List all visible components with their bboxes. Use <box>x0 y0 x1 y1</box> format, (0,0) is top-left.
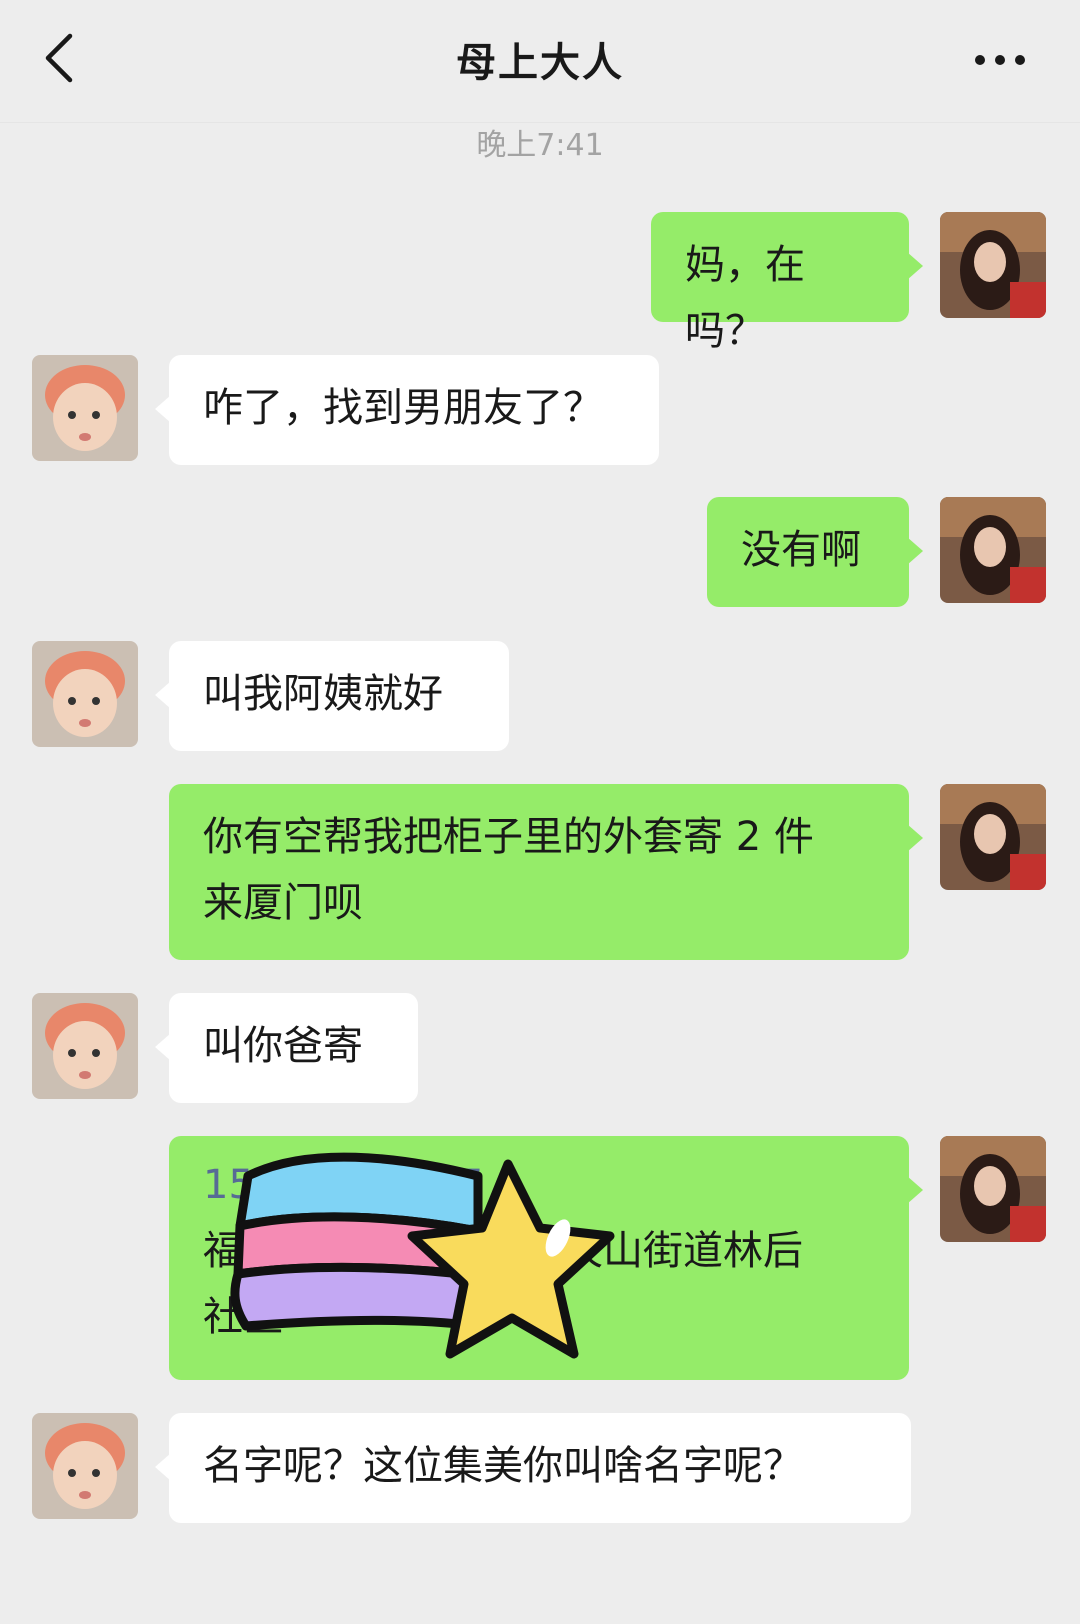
message-bubble-received[interactable]: 咋了，找到男朋友了？ <box>155 355 659 465</box>
contact-avatar[interactable] <box>32 993 138 1099</box>
user-photo <box>940 212 1046 318</box>
message-timestamp: 晚上7:41 <box>476 128 604 163</box>
message-bubble-received[interactable]: 叫我阿姨就好 <box>155 641 509 751</box>
message-text-line: 你有空帮我把柜子里的外套寄 2 件 <box>203 814 814 860</box>
message-bubble-sent[interactable]: 没有啊 <box>707 497 923 607</box>
user-photo <box>940 1136 1046 1242</box>
message-bubble-sent[interactable]: 你有空帮我把柜子里的外套寄 2 件 来厦门呗 <box>169 784 923 960</box>
message-text: 咋了，找到男朋友了？ <box>203 385 603 431</box>
my-avatar[interactable] <box>940 784 1046 890</box>
my-avatar[interactable] <box>940 497 1046 603</box>
contact-avatar[interactable] <box>32 1413 138 1519</box>
message-text: 叫你爸寄 <box>203 1023 363 1069</box>
user-photo <box>940 784 1046 890</box>
contact-avatar[interactable] <box>32 641 138 747</box>
message-bubble-sent[interactable]: 妈，在吗？ <box>651 212 923 354</box>
contact-photo <box>32 355 138 461</box>
ellipsis-icon <box>975 55 1025 65</box>
my-avatar[interactable] <box>940 1136 1046 1242</box>
user-photo <box>940 497 1046 603</box>
shooting-star-sticker <box>230 1152 615 1359</box>
message-bubble-received[interactable]: 叫你爸寄 <box>155 993 418 1103</box>
contact-avatar[interactable] <box>32 355 138 461</box>
message-text-line: 来厦门呗 <box>203 880 363 926</box>
chat-title: 母上大人 <box>456 40 624 86</box>
more-options-button[interactable] <box>960 32 1040 88</box>
contact-photo <box>32 1413 138 1519</box>
my-avatar[interactable] <box>940 212 1046 318</box>
message-text: 没有啊 <box>741 527 861 573</box>
message-text: 名字呢？这位集美你叫啥名字呢？ <box>203 1443 803 1489</box>
contact-photo <box>32 993 138 1099</box>
contact-photo <box>32 641 138 747</box>
message-bubble-received[interactable]: 名字呢？这位集美你叫啥名字呢？ <box>155 1413 911 1523</box>
message-text: 妈，在吗？ <box>685 242 805 354</box>
message-text: 叫我阿姨就好 <box>203 671 443 717</box>
nav-bar: 母上大人 <box>0 0 1080 122</box>
